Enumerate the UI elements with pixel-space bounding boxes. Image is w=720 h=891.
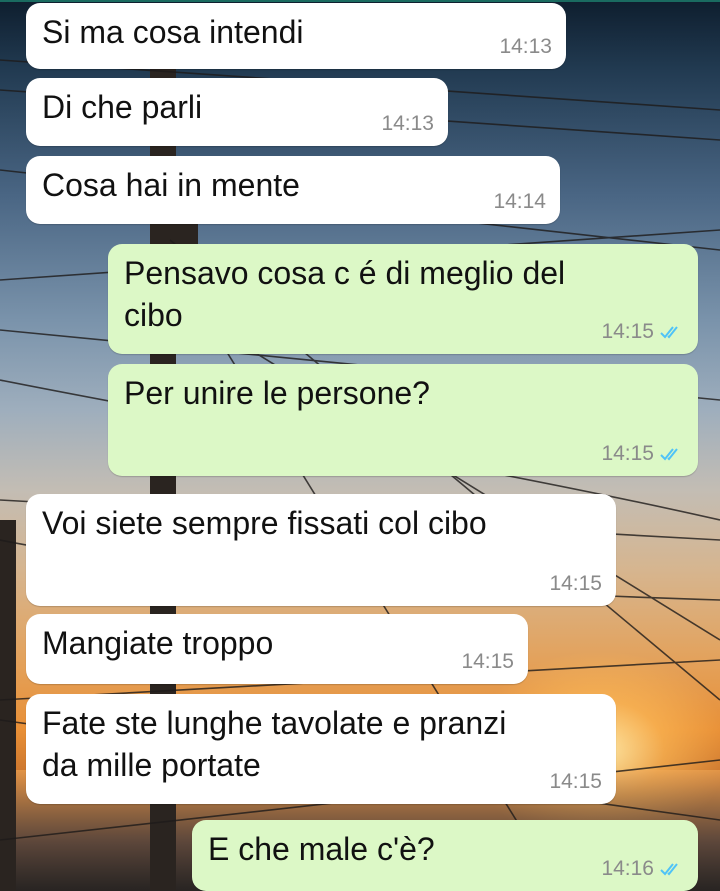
message-bubble-outgoing[interactable]: Pensavo cosa c é di meglio del cibo 14:1…: [108, 244, 698, 354]
message-bubble-incoming[interactable]: Mangiate troppo 14:15: [26, 614, 528, 684]
message-timestamp: 14:13: [381, 112, 434, 135]
message-text: Per unire le persone?: [124, 375, 430, 411]
message-timestamp: 14:15: [461, 650, 514, 673]
message-time-row: 14:14: [493, 190, 546, 214]
message-timestamp: 14:13: [499, 35, 552, 58]
message-bubble-incoming[interactable]: Cosa hai in mente 14:14: [26, 156, 560, 224]
message-timestamp: 14:15: [549, 770, 602, 793]
message-text: Di che parli: [42, 89, 203, 125]
message-text: Pensavo cosa c é di meglio del cibo: [124, 255, 566, 333]
message-bubble-outgoing[interactable]: Per unire le persone? 14:15: [108, 364, 698, 476]
message-time-row: 14:15: [549, 572, 602, 596]
message-timestamp: 14:16: [601, 857, 654, 880]
message-time-row: 14:15: [601, 320, 684, 344]
message-bubble-incoming[interactable]: Di che parli 14:13: [26, 78, 448, 146]
message-timestamp: 14:15: [601, 442, 654, 465]
message-time-row: 14:13: [381, 112, 434, 136]
message-time-row: 14:16: [601, 857, 684, 881]
message-time-row: 14:15: [549, 770, 602, 794]
message-timestamp: 14:14: [493, 190, 546, 213]
message-bubble-incoming[interactable]: Voi siete sempre fissati col cibo 14:15: [26, 494, 616, 606]
message-bubble-incoming[interactable]: Si ma cosa intendi 14:13: [26, 3, 566, 69]
message-timestamp: 14:15: [601, 320, 654, 343]
double-check-read-icon: [660, 326, 678, 339]
app-bar-edge: [0, 0, 720, 2]
message-time-row: 14:13: [499, 35, 552, 59]
message-text: Fate ste lunghe tavolate e pranzi da mil…: [42, 705, 507, 783]
message-time-row: 14:15: [461, 650, 514, 674]
message-bubble-incoming[interactable]: Fate ste lunghe tavolate e pranzi da mil…: [26, 694, 616, 804]
message-timestamp: 14:15: [549, 572, 602, 595]
message-text: Voi siete sempre fissati col cibo: [42, 505, 487, 541]
double-check-read-icon: [660, 448, 678, 461]
message-text: Si ma cosa intendi: [42, 14, 304, 50]
message-text: Mangiate troppo: [42, 625, 274, 661]
message-time-row: 14:15: [601, 442, 684, 466]
double-check-read-icon: [660, 863, 678, 876]
message-bubble-outgoing[interactable]: E che male c'è? 14:16: [192, 820, 698, 891]
message-text: Cosa hai in mente: [42, 167, 300, 203]
